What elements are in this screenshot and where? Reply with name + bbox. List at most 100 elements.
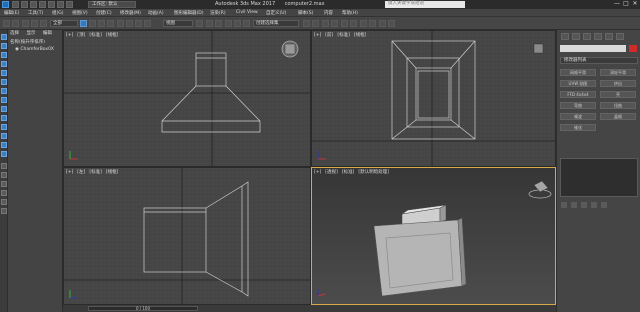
mirror-icon[interactable] <box>303 20 310 27</box>
settings-icon[interactable] <box>66 1 73 8</box>
viewport-pov[interactable]: [前] <box>325 33 333 38</box>
unlink-icon[interactable] <box>31 20 38 27</box>
modifier-button[interactable]: 扭曲 <box>600 102 636 109</box>
show-end-result-icon[interactable] <box>571 202 577 208</box>
viewport-front[interactable]: [+] [前] [标准] [线框] <box>311 30 556 167</box>
remove-modifier-icon[interactable] <box>591 202 597 208</box>
lock-icon[interactable] <box>1 181 7 187</box>
object-name-field[interactable] <box>560 45 626 52</box>
make-unique-icon[interactable] <box>581 202 587 208</box>
window-crossing-icon[interactable] <box>107 20 114 27</box>
modifier-button[interactable]: 壳 <box>600 91 636 98</box>
link-icon[interactable] <box>22 20 29 27</box>
viewport-top[interactable]: [+] [顶] [标准] [线框] <box>63 30 311 167</box>
menu-animation[interactable]: 动画(A) <box>148 10 164 16</box>
rectangular-selection-icon[interactable] <box>98 20 105 27</box>
viewport-front-label[interactable]: [+] [前] [标准] [线框] <box>314 32 370 38</box>
bind-space-warp-icon[interactable] <box>40 20 47 27</box>
menu-tools[interactable]: 工具(T) <box>28 10 43 16</box>
viewport-left[interactable]: [+] [左] [标准] [线框] <box>63 167 311 305</box>
display-hidden-icon[interactable] <box>1 151 7 157</box>
snap-toggle-icon[interactable] <box>225 20 232 27</box>
display-lights-icon[interactable] <box>1 61 7 67</box>
select-manipulate-icon[interactable] <box>206 20 213 27</box>
maximize-button[interactable]: □ <box>622 1 630 8</box>
viewport-shading[interactable]: [线框] <box>106 170 119 175</box>
display-xrefs-icon[interactable] <box>1 106 7 112</box>
display-spacewarps-icon[interactable] <box>1 88 7 94</box>
menu-customize[interactable]: 自定义(U) <box>266 10 286 16</box>
menu-scripting[interactable]: 脚本(S) <box>298 10 313 16</box>
modifier-button[interactable]: UVW 贴图 <box>560 80 596 87</box>
display-particles-icon[interactable] <box>1 133 7 139</box>
viewport-perspective-label[interactable]: [+] [透视] [标准] [默认明暗处理] <box>314 169 393 175</box>
rotate-icon[interactable] <box>126 20 133 27</box>
minimize-button[interactable]: — <box>613 1 621 8</box>
keyboard-shortcut-icon[interactable] <box>215 20 222 27</box>
menu-civil-view[interactable]: Civil View <box>236 10 258 15</box>
menu-graph-editors[interactable]: 图形编辑器(D) <box>174 10 203 16</box>
viewport-standard[interactable]: [标准] <box>342 170 355 175</box>
menu-rendering[interactable]: 渲染(R) <box>210 10 226 16</box>
motion-tab-icon[interactable] <box>594 33 602 40</box>
select-icon[interactable] <box>1 34 7 40</box>
time-slider[interactable]: 0 / 100 <box>88 306 198 311</box>
project-icon[interactable] <box>57 1 64 8</box>
menu-content[interactable]: 内容 <box>324 10 333 16</box>
select-by-name-icon[interactable] <box>89 20 96 27</box>
tab-select[interactable]: 选择 <box>10 31 19 36</box>
viewport-standard[interactable]: [标准] <box>89 170 102 175</box>
pivot-center-icon[interactable] <box>196 20 203 27</box>
tab-edit[interactable]: 编辑 <box>43 31 52 36</box>
render-setup-icon[interactable] <box>369 20 376 27</box>
move-icon[interactable] <box>117 20 124 27</box>
viewport-left-label[interactable]: [+] [左] [标准] [线框] <box>66 169 122 175</box>
display-geometry-icon[interactable] <box>1 43 7 49</box>
search-input[interactable]: 键入关键字或短语 <box>385 1 465 8</box>
curve-editor-icon[interactable] <box>341 20 348 27</box>
viewport-menu[interactable]: [+] <box>314 33 321 38</box>
undo-icon[interactable] <box>39 1 46 8</box>
modifier-button[interactable]: 弯曲 <box>560 102 596 109</box>
viewport-pov[interactable]: [透视] <box>325 170 338 175</box>
modifier-button[interactable]: FFD 4x4x4 <box>560 91 596 98</box>
display-frozen-icon[interactable] <box>1 142 7 148</box>
scene-object-row[interactable]: ◉ ChamferBox0X <box>8 47 62 53</box>
new-icon[interactable] <box>12 1 19 8</box>
hierarchy-tab-icon[interactable] <box>583 33 591 40</box>
viewport-shading[interactable]: [默认明暗处理] <box>358 170 389 175</box>
viewport-standard[interactable]: [标准] <box>89 33 102 38</box>
layer-explorer-icon[interactable] <box>322 20 329 27</box>
menu-views[interactable]: 视图(V) <box>72 10 88 16</box>
menu-create[interactable]: 创建(C) <box>96 10 112 16</box>
sync-icon[interactable] <box>1 190 7 196</box>
options-icon[interactable] <box>1 208 7 214</box>
reference-coordinate-dropdown[interactable]: 视图 <box>163 20 193 27</box>
pin-stack-icon[interactable] <box>561 202 567 208</box>
render-production-icon[interactable] <box>388 20 395 27</box>
viewport-shading[interactable]: [线框] <box>354 33 367 38</box>
display-bones-icon[interactable] <box>1 115 7 121</box>
menu-group[interactable]: 组(G) <box>52 10 64 16</box>
modifier-stack[interactable] <box>560 158 638 197</box>
modifier-button[interactable]: 网格平滑 <box>560 69 596 76</box>
menu-modifiers[interactable]: 修改器(M) <box>120 10 141 16</box>
viewport-shading[interactable]: [线框] <box>106 33 119 38</box>
scene-root-header[interactable]: 名称(按升序排序) <box>8 39 62 45</box>
rendered-frame-window-icon[interactable] <box>379 20 386 27</box>
undo-icon[interactable] <box>3 20 10 27</box>
modifier-button[interactable]: 涡轮平滑 <box>600 69 636 76</box>
menu-help[interactable]: 帮助(H) <box>342 10 358 16</box>
selection-filter-dropdown[interactable]: 全部 <box>50 20 78 27</box>
placement-icon[interactable] <box>144 20 151 27</box>
display-helpers-icon[interactable] <box>1 79 7 85</box>
hierarchy-icon[interactable] <box>1 163 7 169</box>
percent-snap-icon[interactable] <box>243 20 250 27</box>
redo-icon[interactable] <box>48 1 55 8</box>
object-color-swatch[interactable] <box>629 45 637 52</box>
viewport-menu[interactable]: [+] <box>66 170 73 175</box>
close-button[interactable]: ✕ <box>631 1 639 8</box>
viewport-menu[interactable]: [+] <box>314 170 321 175</box>
ribbon-icon[interactable] <box>331 20 338 27</box>
configure-sets-icon[interactable] <box>601 202 607 208</box>
